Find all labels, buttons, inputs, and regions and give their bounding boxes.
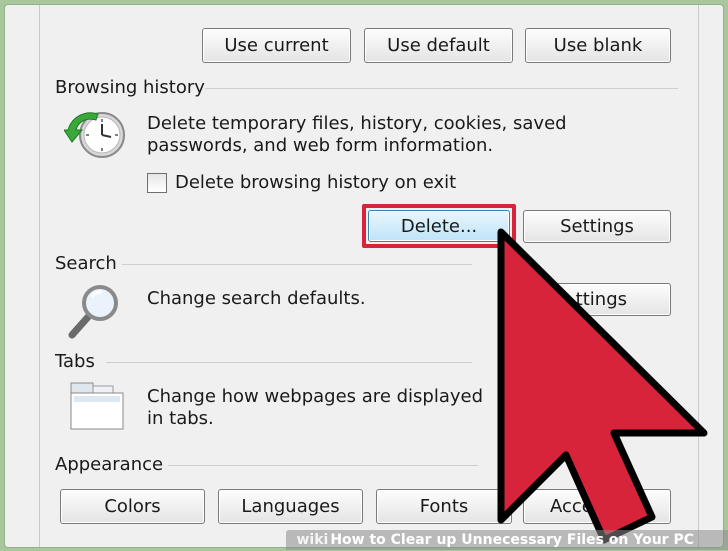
delete-on-exit-label: Delete browsing history on exit <box>175 172 457 193</box>
footer-caption: wiki How to Clear up Unnecessary Files on… <box>286 529 728 550</box>
browsing-history-separator <box>205 88 678 89</box>
tabs-description: Change how webpages are displayed in tab… <box>147 386 484 429</box>
delete-highlight-box <box>362 204 516 248</box>
browsing-history-title: Browsing history <box>55 77 205 98</box>
history-clock-icon <box>64 112 125 158</box>
appearance-separator <box>168 465 478 466</box>
fonts-button[interactable]: Fonts <box>376 489 512 524</box>
footer-title: How to Clear up Unnecessary Files on You… <box>330 531 694 548</box>
use-current-button[interactable]: Use current <box>202 28 351 63</box>
search-description: Change search defaults. <box>147 288 366 309</box>
footer-brand: wiki <box>296 531 329 548</box>
languages-button[interactable]: Languages <box>218 489 363 524</box>
tabs-title: Tabs <box>55 351 95 372</box>
use-default-button[interactable]: Use default <box>364 28 513 63</box>
appearance-title: Appearance <box>55 454 164 475</box>
footer-watermark: wiki How to Clear up Unnecessary Files on… <box>0 528 728 551</box>
browsing-history-settings-button[interactable]: Settings <box>523 210 671 243</box>
colors-button[interactable]: Colors <box>60 489 205 524</box>
accessibility-button[interactable]: Access <box>523 489 671 524</box>
search-settings-button[interactable]: ttings <box>523 283 671 316</box>
browsing-history-description: Delete temporary files, history, cookies… <box>147 113 567 156</box>
tabs-icon <box>70 382 124 430</box>
use-blank-button[interactable]: Use blank <box>525 28 671 63</box>
search-title: Search <box>55 253 117 274</box>
magnifier-icon <box>68 285 118 339</box>
search-separator <box>122 264 472 265</box>
delete-on-exit-checkbox[interactable] <box>147 173 167 193</box>
tabs-separator <box>106 362 472 363</box>
